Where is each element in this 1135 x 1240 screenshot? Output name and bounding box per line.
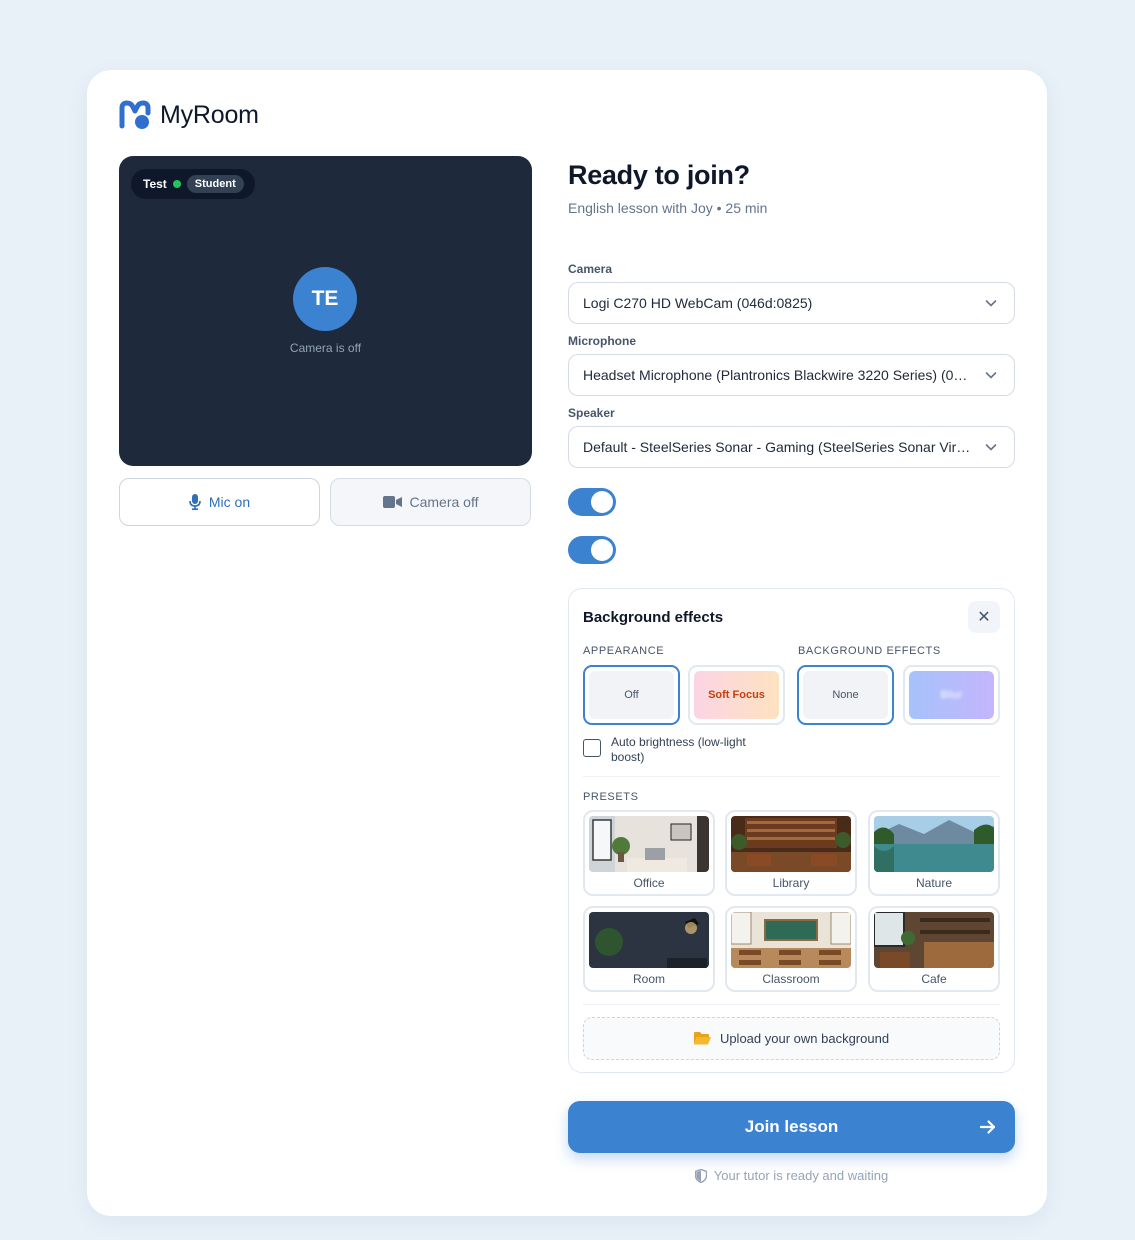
avatar: TE (293, 267, 357, 331)
toggle-knob (591, 491, 613, 513)
shield-icon (694, 1168, 707, 1183)
microphone-icon (189, 494, 201, 510)
preset-label: Cafe (921, 972, 947, 986)
join-button-label: Join lesson (744, 1117, 839, 1136)
waiting-text: Your tutor is ready and waiting (713, 1168, 889, 1183)
camera-status-text: Camera is off (289, 341, 362, 355)
office-thumbnail (589, 816, 709, 872)
camera-toggle-button[interactable]: Camera off (330, 478, 531, 526)
chevron-down-icon (985, 444, 997, 451)
camera-select[interactable]: Logi C270 HD WebCam (046d:0825) (568, 282, 1015, 324)
brand: MyRoom (119, 98, 259, 132)
speaker-label: Speaker (568, 406, 615, 420)
nature-thumbnail (874, 816, 994, 872)
chevron-down-icon (985, 372, 997, 379)
background-effects-panel: Background effects ✕ APPEARANCE BACKGROU… (568, 588, 1015, 1073)
preset-classroom[interactable]: Classroom (725, 906, 857, 992)
camera-button-label: Camera off (409, 494, 479, 510)
effects-panel-title: Background effects (583, 609, 724, 626)
lesson-subtitle: English lesson with Joy • 25 min (568, 200, 768, 216)
library-thumbnail (731, 816, 851, 872)
video-preview: Test Student TE Camera is off (119, 156, 532, 466)
microphone-select-value: Headset Microphone (Plantronics Blackwir… (583, 367, 972, 383)
participant-name: Test (143, 177, 167, 191)
upload-label: Upload your own background (719, 1031, 890, 1046)
bg-effects-caption: BACKGROUND EFFECTS (798, 645, 941, 657)
tutor-waiting-note: Your tutor is ready and waiting (568, 1168, 1015, 1183)
folder-open-icon (693, 1032, 711, 1045)
preset-label: Office (633, 876, 665, 890)
preset-nature[interactable]: Nature (868, 810, 1000, 896)
preset-cafe[interactable]: Cafe (868, 906, 1000, 992)
toggle-switch-2[interactable] (568, 536, 616, 564)
online-status-dot (172, 180, 181, 188)
close-panel-button[interactable]: ✕ (968, 601, 1000, 633)
bg-option-blur[interactable]: Blur (903, 665, 1000, 725)
appearance-caption: APPEARANCE (583, 645, 665, 657)
preset-room[interactable]: Room (583, 906, 715, 992)
option-label: None (803, 671, 888, 719)
microphone-label: Microphone (568, 334, 636, 348)
preset-office[interactable]: Office (583, 810, 715, 896)
option-label-wrap: Blur (909, 671, 994, 719)
participant-pill: Test Student (131, 169, 255, 199)
join-lesson-button[interactable]: Join lesson (568, 1101, 1015, 1153)
join-card: MyRoom Test Student TE Camera is off Mic… (87, 70, 1047, 1216)
myroom-logo-icon (119, 100, 151, 129)
divider (583, 776, 1000, 777)
video-camera-icon (382, 496, 402, 508)
role-badge: Student (186, 175, 244, 193)
preset-label: Library (772, 876, 810, 890)
option-label: Blur (940, 689, 963, 701)
appearance-option-off[interactable]: Off (583, 665, 680, 725)
preset-label: Room (632, 972, 665, 986)
auto-brightness-label: Auto brightness (low-light boost) (611, 735, 746, 764)
speaker-select-value: Default - SteelSeries Sonar - Gaming (St… (583, 439, 972, 455)
page-title: Ready to join? (568, 160, 750, 190)
classroom-thumbnail (731, 912, 851, 968)
microphone-select[interactable]: Headset Microphone (Plantronics Blackwir… (568, 354, 1015, 396)
upload-background-button[interactable]: Upload your own background (583, 1017, 1000, 1060)
toggle-switch-1[interactable] (568, 488, 616, 516)
presets-caption: PRESETS (583, 791, 639, 803)
chevron-down-icon (985, 300, 997, 307)
room-thumbnail (589, 912, 709, 968)
brand-name: MyRoom (160, 100, 259, 129)
appearance-option-soft-focus[interactable]: Soft Focus (688, 665, 785, 725)
cafe-thumbnail (874, 912, 994, 968)
close-icon: ✕ (977, 609, 991, 626)
camera-select-value: Logi C270 HD WebCam (046d:0825) (583, 295, 813, 311)
mic-button-label: Mic on (208, 494, 251, 510)
preset-library[interactable]: Library (725, 810, 857, 896)
auto-brightness-checkbox[interactable] (583, 739, 601, 757)
bg-option-none[interactable]: None (797, 665, 894, 725)
divider (583, 1004, 1000, 1005)
mic-toggle-button[interactable]: Mic on (119, 478, 320, 526)
speaker-select[interactable]: Default - SteelSeries Sonar - Gaming (St… (568, 426, 1015, 468)
camera-label: Camera (568, 262, 613, 276)
option-label: Soft Focus (694, 671, 779, 719)
option-label: Off (589, 671, 674, 719)
toggle-knob (591, 539, 613, 561)
preset-label: Nature (915, 876, 953, 890)
arrow-right-icon (979, 1120, 996, 1134)
preset-label: Classroom (762, 972, 820, 986)
